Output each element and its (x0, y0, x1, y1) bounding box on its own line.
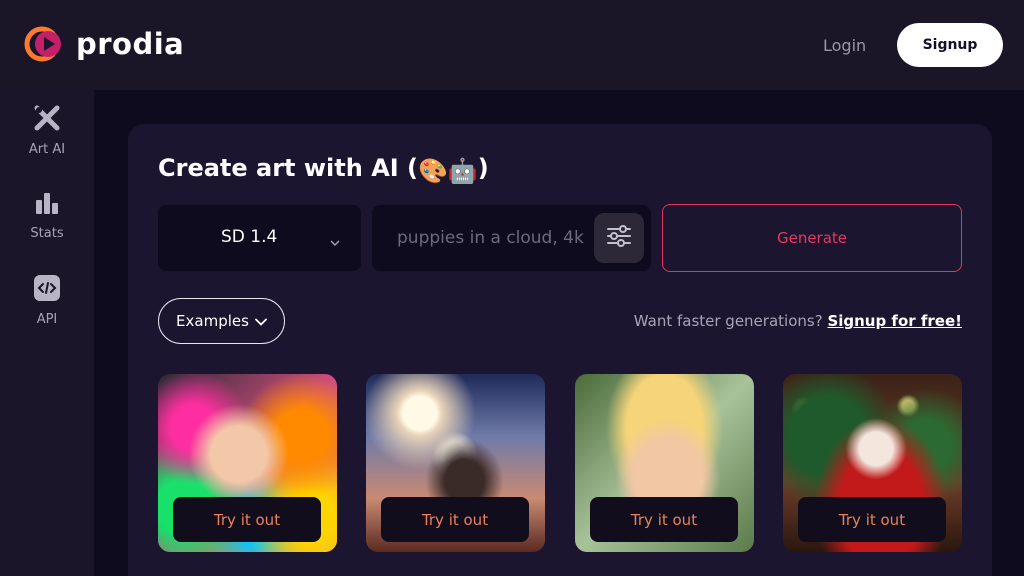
page-title-text: Create art with AI ( (158, 154, 419, 182)
generate-button[interactable]: Generate (662, 204, 962, 272)
gallery-card[interactable]: Try it out (366, 374, 545, 552)
prompt-input[interactable] (372, 205, 592, 271)
signup-button[interactable]: Signup (897, 23, 1003, 67)
sidebar: Art AI Stats API (0, 90, 94, 576)
examples-dropdown[interactable]: Examples (158, 298, 285, 344)
login-link[interactable]: Login (823, 36, 866, 55)
bar-chart-icon (34, 190, 60, 220)
sidebar-item-stats[interactable]: Stats (0, 190, 94, 241)
page-title: Create art with AI (🎨🤖) (158, 154, 489, 185)
play-circle-icon (24, 26, 68, 62)
gallery-card[interactable]: Try it out (158, 374, 337, 552)
code-icon (33, 274, 61, 306)
model-select-value: SD 1.4 (221, 227, 278, 247)
chevron-down-icon (330, 232, 340, 251)
page-title-end: ) (477, 154, 489, 182)
sidebar-item-label: Art AI (28, 142, 66, 157)
prompt-field (372, 205, 651, 271)
examples-label: Examples (176, 312, 249, 330)
try-it-out-button[interactable]: Try it out (798, 497, 946, 542)
try-it-out-button[interactable]: Try it out (381, 497, 529, 542)
sidebar-item-art-ai[interactable]: Art AI (0, 104, 94, 157)
brand-name: prodia (76, 27, 185, 61)
promo-text: Want faster generations? Signup for free… (634, 312, 962, 330)
settings-button[interactable] (594, 213, 644, 263)
sidebar-item-label: API (36, 312, 58, 327)
chevron-down-icon (255, 312, 267, 330)
palette-robot-emoji: 🎨🤖 (418, 157, 478, 185)
brand-logo[interactable]: prodia (24, 26, 184, 62)
promo-message: Want faster generations? (633, 312, 823, 330)
try-it-out-button[interactable]: Try it out (590, 497, 738, 542)
sidebar-item-label: Stats (30, 226, 64, 241)
sliders-icon (606, 224, 632, 252)
gallery-card[interactable]: Try it out (783, 374, 962, 552)
signup-free-link[interactable]: Signup for free! (827, 312, 962, 330)
model-select[interactable]: SD 1.4 (158, 205, 361, 271)
brush-pencil-icon (33, 104, 61, 136)
try-it-out-button[interactable]: Try it out (173, 497, 321, 542)
gallery-card[interactable]: Try it out (575, 374, 754, 552)
top-header: prodia Login Signup (0, 0, 1024, 90)
sidebar-item-api[interactable]: API (0, 274, 94, 327)
